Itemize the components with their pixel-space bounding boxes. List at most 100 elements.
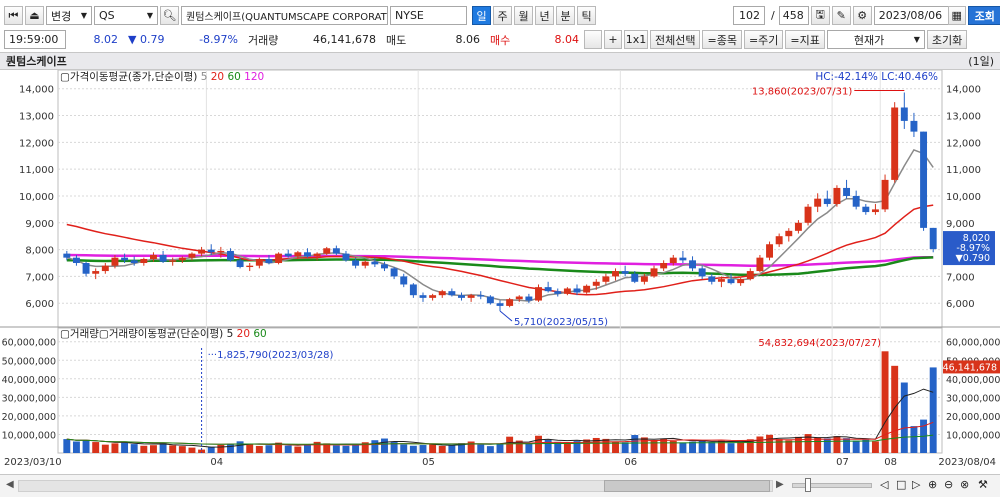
query-button[interactable]: 조회 [967, 6, 1000, 25]
volume-tick-left: 40,000,000 [2, 375, 56, 386]
indicator-button[interactable]: =지표 [785, 30, 825, 49]
candle-body [563, 288, 571, 294]
volume-tick-right: 30,000,000 [946, 393, 1000, 404]
ma-period-20: 20 [211, 71, 228, 83]
volume-bar [82, 440, 90, 453]
candle-body [92, 271, 100, 274]
volume-bar [486, 446, 494, 453]
calendar-button[interactable]: ▦ [947, 6, 966, 25]
volume-bar [477, 444, 485, 453]
period-tab-3[interactable]: 년 [535, 6, 554, 25]
chart-stock-name: 퀀텀스케이프 [6, 55, 67, 68]
candle-body [621, 271, 629, 274]
count-current-input[interactable]: 102 [733, 6, 765, 25]
tools-icon[interactable]: ⚒ [978, 478, 988, 491]
candle-body [361, 261, 369, 266]
period-tab-4[interactable]: 분 [556, 6, 575, 25]
candle-body [843, 187, 851, 196]
candle-body [929, 227, 937, 250]
scroll-left-arrow[interactable]: ◀ [6, 479, 14, 490]
period-tab-0[interactable]: 일 [472, 6, 491, 25]
candle-body [535, 287, 542, 301]
volume-bar [284, 445, 292, 453]
candle-body [525, 296, 533, 301]
zoom-slider[interactable] [792, 483, 872, 488]
volume-bar [640, 437, 648, 453]
volume-value: 46,141,678 [313, 33, 376, 46]
period-tab-1[interactable]: 주 [493, 6, 512, 25]
price-tick-left: 7,000 [25, 272, 54, 283]
volume-bar [381, 438, 388, 453]
date-input[interactable]: 2023/08/06 [873, 6, 950, 25]
volume-bar [207, 446, 215, 453]
cycle-button[interactable]: =주기 [743, 30, 784, 49]
price-tick-right: 14,000 [946, 85, 981, 96]
save-button[interactable]: 🖫 [810, 6, 830, 25]
candle-body [486, 296, 494, 304]
volume-bar [149, 445, 157, 453]
pen-button[interactable]: ✎ [831, 6, 851, 25]
buy-label: 매수 [490, 33, 511, 47]
ratio-button[interactable]: 1x1 [624, 30, 648, 49]
volume-bar [766, 434, 774, 453]
price-legend: ▢가격이동평균(종가,단순이평) 5 20 60 120 [60, 70, 264, 83]
volume-bar [313, 441, 321, 453]
ma-period-5: 5 [201, 71, 211, 83]
symbol-input[interactable]: QS ▼ [94, 6, 158, 25]
candle-body [631, 273, 639, 282]
volume-bar [621, 442, 629, 453]
zoom-slider-thumb[interactable] [805, 478, 811, 492]
search-button[interactable]: 🔍︎ [160, 6, 179, 25]
nav-prev-icon[interactable]: ◁ [880, 478, 888, 491]
candle-body [689, 260, 696, 269]
price-change: ▼ 0.79 [128, 33, 165, 46]
volume-bar [419, 445, 427, 453]
select-all-button[interactable]: 전체선택 [650, 30, 701, 49]
volume-bar [332, 445, 340, 453]
volume-tick-right: 40,000,000 [946, 375, 1000, 386]
price-tick-left: 11,000 [19, 165, 54, 176]
candle-body [207, 249, 215, 253]
zoom-reset-icon[interactable]: ⊗ [960, 478, 969, 491]
scroll-thumb[interactable] [604, 480, 770, 492]
horizontal-scrollbar[interactable]: ◀ ▶ ◁ □ ▷ ⊕ ⊖ ⊗ ⚒ [0, 474, 1000, 497]
volume-bar [304, 444, 311, 453]
item-button[interactable]: =종목 [702, 30, 742, 49]
reset-button[interactable]: 초기화 [926, 30, 968, 49]
price-tick-left: 12,000 [19, 138, 54, 149]
volume-bar [650, 440, 658, 453]
price-tick-left: 6,000 [25, 299, 54, 310]
candle-body [111, 257, 119, 266]
volume-bar [525, 442, 533, 453]
volume-bar [121, 441, 129, 453]
x-month-label: 04 [210, 457, 223, 468]
candle-body [409, 284, 417, 296]
candle-body [458, 295, 465, 298]
stock-chart[interactable]: 14,000 14,000 13,000 13,000 12,000 12,000 11,0… [0, 70, 1000, 474]
nav-stop-icon[interactable]: □ [896, 478, 906, 491]
zoom-out-icon[interactable]: ⊖ [944, 478, 953, 491]
period-tab-5[interactable]: 틱 [577, 6, 596, 25]
quote-time: 19:59:00 [9, 33, 59, 46]
code-change-select[interactable]: 변경 ▼ [46, 6, 92, 25]
nav-next-icon[interactable]: ▷ [912, 478, 920, 491]
exchange-field: NYSE [390, 6, 467, 25]
candle-body [400, 276, 408, 285]
volume-bar [929, 367, 937, 453]
toggle-checkbox[interactable] [584, 30, 602, 49]
scroll-right-arrow[interactable]: ▶ [776, 479, 784, 490]
volume-bar [756, 436, 764, 453]
settings-button[interactable]: ⚙ [852, 6, 872, 25]
candle-body [63, 253, 71, 258]
volume-bar [169, 445, 177, 453]
zoom-in-icon[interactable]: ⊕ [928, 478, 937, 491]
volume-bar [226, 443, 234, 453]
first-page-button[interactable]: ⏮ [4, 6, 23, 25]
candle-body [814, 198, 822, 207]
plus-button[interactable]: + [604, 30, 622, 49]
period-tab-2[interactable]: 월 [514, 6, 533, 25]
collapse-button[interactable]: ⏏ [25, 6, 44, 25]
volume-tick-right: 10,000,000 [946, 430, 1000, 441]
price-type-select[interactable]: 현재가 ▼ [826, 30, 925, 49]
date-value: 2023/08/06 [878, 9, 943, 22]
